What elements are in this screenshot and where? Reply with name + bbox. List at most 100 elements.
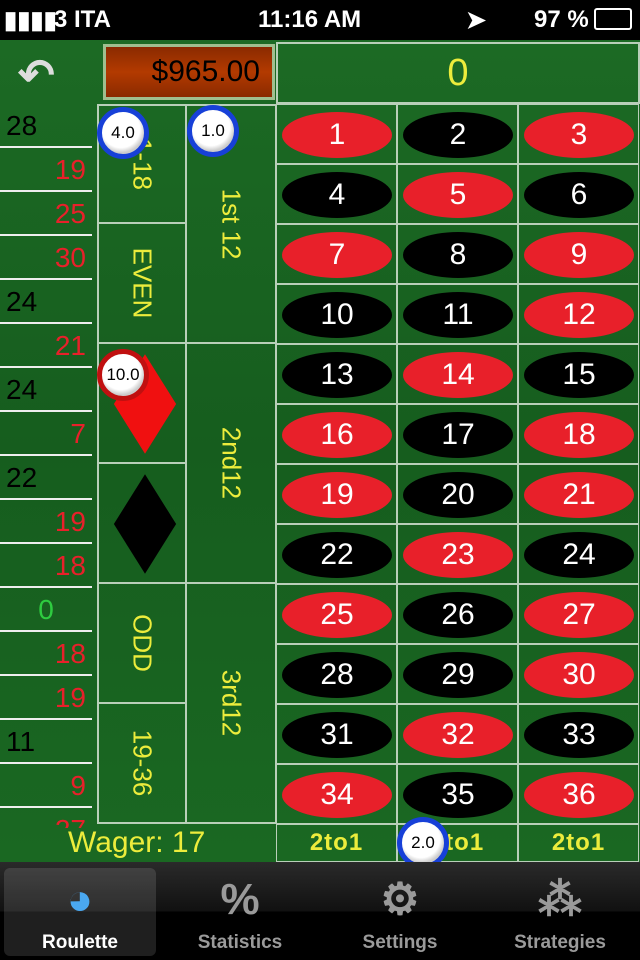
high-label: 19-36 xyxy=(127,729,158,797)
number-label: 11 xyxy=(403,292,513,338)
bet-odd[interactable]: ODD xyxy=(97,582,187,704)
number-label: 20 xyxy=(403,472,513,518)
undo-button[interactable]: ↶ xyxy=(18,50,55,101)
bet-column-1[interactable]: 2to1 xyxy=(276,824,397,862)
tab-settings[interactable]: ⚙ Settings xyxy=(324,868,476,956)
bet-dozen-3[interactable]: 3rd12 xyxy=(185,582,277,824)
tab-label: Settings xyxy=(362,932,438,953)
tab-strategies[interactable]: ⁂ Strategies xyxy=(484,868,636,956)
tab-bar: ◕ Roulette % Statistics ⚙ Settings ⁂ Strateg… xyxy=(0,862,640,960)
bet-column-3[interactable]: 2to1 xyxy=(518,824,639,862)
bet-number-35[interactable]: 35 xyxy=(397,764,518,824)
bet-number-8[interactable]: 8 xyxy=(397,224,518,284)
history-item: 9 xyxy=(0,764,92,808)
tab-roulette[interactable]: ◕ Roulette xyxy=(4,868,156,956)
status-bar: 3 ITA ▮▮▮▮ 11:16 AM ➤ 97 % xyxy=(0,0,640,40)
percent-icon: % xyxy=(220,875,260,924)
clock: 11:16 AM xyxy=(258,6,362,33)
bet-number-1[interactable]: 1 xyxy=(276,104,397,164)
bet-zero[interactable]: 0 xyxy=(276,42,640,104)
even-label: EVEN xyxy=(127,247,158,319)
chip-red[interactable]: 10.0 xyxy=(97,349,149,401)
bet-even[interactable]: EVEN xyxy=(97,222,187,344)
dozen-label: 1st 12 xyxy=(216,188,247,260)
tab-label: Statistics xyxy=(197,932,283,953)
bet-number-11[interactable]: 11 xyxy=(397,284,518,344)
bet-number-31[interactable]: 31 xyxy=(276,704,397,764)
bet-number-28[interactable]: 28 xyxy=(276,644,397,704)
bet-number-3[interactable]: 3 xyxy=(518,104,639,164)
chip-dozen-1[interactable]: 1.0 xyxy=(187,105,239,157)
bet-high[interactable]: 19-36 xyxy=(97,702,187,824)
number-label: 12 xyxy=(524,292,634,338)
battery-percent: 97 % xyxy=(534,6,589,33)
bet-number-13[interactable]: 13 xyxy=(276,344,397,404)
bet-number-19[interactable]: 19 xyxy=(276,464,397,524)
bet-number-14[interactable]: 14 xyxy=(397,344,518,404)
number-label: 31 xyxy=(282,712,392,758)
number-label: 21 xyxy=(524,472,634,518)
bet-number-9[interactable]: 9 xyxy=(518,224,639,284)
bet-number-15[interactable]: 15 xyxy=(518,344,639,404)
bet-number-25[interactable]: 25 xyxy=(276,584,397,644)
bet-black[interactable] xyxy=(97,462,187,584)
wifi-icon: ▮▮▮▮ xyxy=(4,7,57,34)
number-label: 22 xyxy=(282,532,392,578)
history-item: 19 xyxy=(0,148,92,192)
bet-number-33[interactable]: 33 xyxy=(518,704,639,764)
history-item: 18 xyxy=(0,632,92,676)
bet-number-29[interactable]: 29 xyxy=(397,644,518,704)
number-label: 4 xyxy=(282,172,392,218)
number-label: 26 xyxy=(403,592,513,638)
history-item: 7 xyxy=(0,412,92,456)
bet-number-34[interactable]: 34 xyxy=(276,764,397,824)
bet-number-5[interactable]: 5 xyxy=(397,164,518,224)
history-item: 25 xyxy=(0,192,92,236)
number-label: 23 xyxy=(403,532,513,578)
bet-number-16[interactable]: 16 xyxy=(276,404,397,464)
bet-number-23[interactable]: 23 xyxy=(397,524,518,584)
chip-low[interactable]: 4.0 xyxy=(97,107,149,159)
bet-number-22[interactable]: 22 xyxy=(276,524,397,584)
number-label: 25 xyxy=(282,592,392,638)
number-label: 7 xyxy=(282,232,392,278)
number-label: 3 xyxy=(524,112,634,158)
bet-number-20[interactable]: 20 xyxy=(397,464,518,524)
balance-amount: $965.00 xyxy=(151,55,260,88)
bet-number-10[interactable]: 10 xyxy=(276,284,397,344)
tab-label: Strategies xyxy=(514,932,606,953)
dozen-label: 3rd12 xyxy=(216,669,247,737)
history-item: 18 xyxy=(0,544,92,588)
number-label: 6 xyxy=(524,172,634,218)
number-label: 32 xyxy=(403,712,513,758)
tab-statistics[interactable]: % Statistics xyxy=(164,868,316,956)
history-item: 0 xyxy=(0,588,92,632)
number-label: 10 xyxy=(282,292,392,338)
bet-number-26[interactable]: 26 xyxy=(397,584,518,644)
history-item: 27 xyxy=(0,808,92,828)
balance-display: $965.00 xyxy=(103,44,275,100)
bet-number-21[interactable]: 21 xyxy=(518,464,639,524)
bet-number-32[interactable]: 32 xyxy=(397,704,518,764)
bet-dozen-2[interactable]: 2nd12 xyxy=(185,342,277,584)
number-label: 19 xyxy=(282,472,392,518)
signal-carrier: 3 ITA xyxy=(54,6,111,33)
bet-number-18[interactable]: 18 xyxy=(518,404,639,464)
bet-number-6[interactable]: 6 xyxy=(518,164,639,224)
roulette-wheel-icon: ◕ xyxy=(66,875,94,924)
bet-number-12[interactable]: 12 xyxy=(518,284,639,344)
black-diamond-icon xyxy=(113,474,177,574)
history-item: 24 xyxy=(0,368,92,412)
bet-number-36[interactable]: 36 xyxy=(518,764,639,824)
bet-number-4[interactable]: 4 xyxy=(276,164,397,224)
bet-number-7[interactable]: 7 xyxy=(276,224,397,284)
bet-number-27[interactable]: 27 xyxy=(518,584,639,644)
number-label: 8 xyxy=(403,232,513,278)
bet-number-24[interactable]: 24 xyxy=(518,524,639,584)
history-item: 11 xyxy=(0,720,92,764)
bet-number-17[interactable]: 17 xyxy=(397,404,518,464)
bet-number-2[interactable]: 2 xyxy=(397,104,518,164)
history-item: 30 xyxy=(0,236,92,280)
chips-icon: ⁂ xyxy=(538,875,582,924)
bet-number-30[interactable]: 30 xyxy=(518,644,639,704)
